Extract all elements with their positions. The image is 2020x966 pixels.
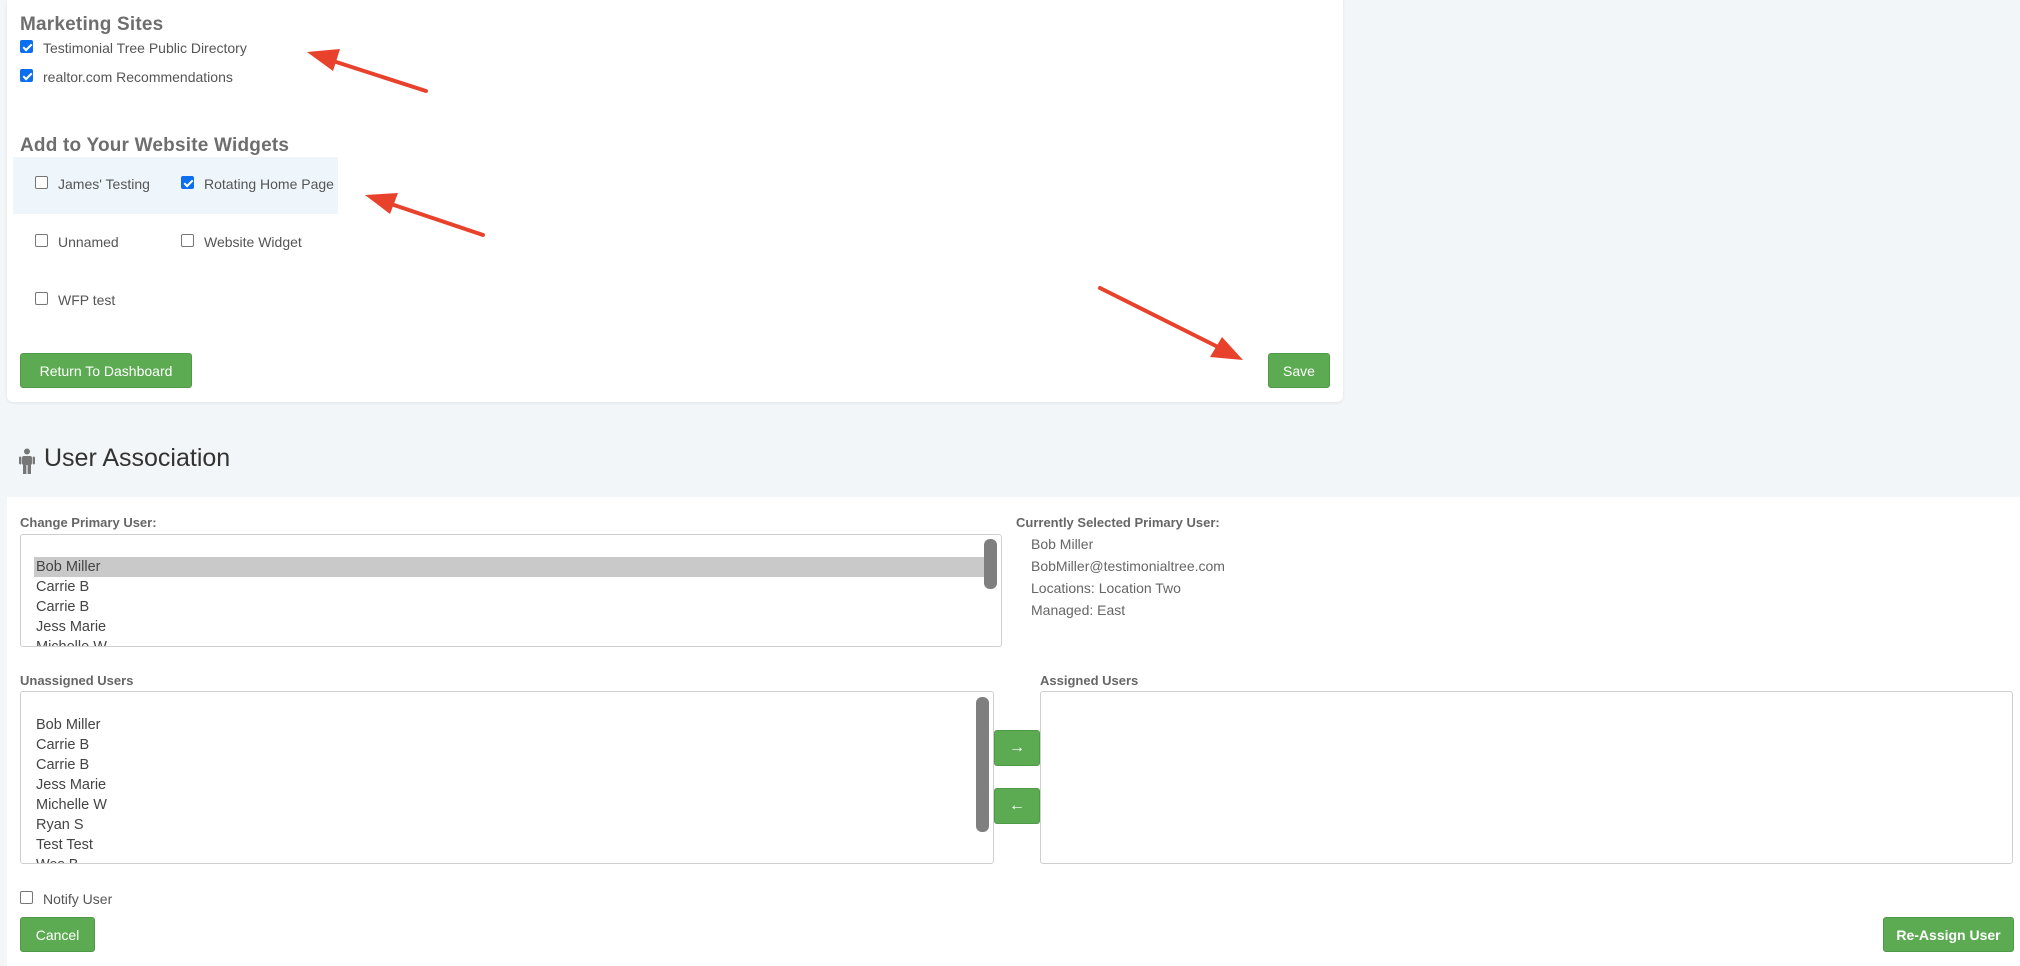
move-right-button[interactable]: → [994,730,1040,766]
user-association-title: User Association [44,444,231,472]
checkbox-label: James' Testing [58,176,150,192]
unassigned-users-label: Unassigned Users [20,673,134,688]
return-to-dashboard-button[interactable]: Return To Dashboard [20,353,192,388]
unassigned-user-item[interactable]: Ryan S [21,815,993,835]
checkbox-label: Website Widget [204,234,302,250]
save-button[interactable]: Save [1268,353,1330,388]
checkbox-rotating-home-page[interactable] [181,176,194,189]
checkbox-unnamed[interactable] [35,234,48,247]
primary-option[interactable]: Bob Miller [34,557,986,577]
unassigned-users-list[interactable]: Bob Miller Carrie B Carrie B Jess Marie … [20,691,994,864]
current-user-email: BobMiller@testimonialtree.com [1031,558,1225,574]
unassigned-user-item[interactable]: Jess Marie [21,775,993,795]
cancel-button[interactable]: Cancel [20,917,95,952]
unassigned-user-item[interactable]: Michelle W [21,795,993,815]
checkbox-james-testing[interactable] [35,176,48,189]
unassigned-list-scrollbar[interactable] [976,697,989,832]
current-primary-user-label: Currently Selected Primary User: [1016,515,1220,530]
primary-option[interactable]: Jess Marie [21,617,1001,637]
checkbox-label: Unnamed [58,234,119,250]
checkbox-label: Testimonial Tree Public Directory [43,40,247,56]
unassigned-user-item[interactable]: Wes B [21,855,993,863]
checkbox-wfp-test[interactable] [35,292,48,305]
assigned-users-list[interactable] [1040,691,2013,864]
current-user-name: Bob Miller [1031,536,1094,552]
person-icon [19,448,35,474]
unassigned-user-item[interactable]: Carrie B [21,735,993,755]
change-primary-user-label: Change Primary User: [20,515,157,530]
notify-user-label: Notify User [43,891,113,907]
primary-user-select[interactable]: Bob Miller Carrie B Carrie B Jess Marie … [20,534,1002,647]
marketing-sites-heading: Marketing Sites [20,14,164,35]
checkbox-testimonial-tree-directory[interactable] [20,40,33,53]
checkbox-label: realtor.com Recommendations [43,69,233,85]
assigned-users-label: Assigned Users [1040,673,1139,688]
notify-user-checkbox[interactable] [20,891,33,904]
unassigned-user-item[interactable]: Test Test [21,835,993,855]
primary-option[interactable]: Carrie B [21,577,1001,597]
current-user-locations: Locations: Location Two [1031,580,1181,596]
unassigned-user-item[interactable]: Bob Miller [21,715,993,735]
unassigned-user-item[interactable]: Carrie B [21,755,993,775]
checkbox-label: Rotating Home Page [204,176,334,192]
checkbox-label: WFP test [58,292,116,308]
primary-select-scrollbar[interactable] [984,539,997,589]
checkbox-realtor-recommendations[interactable] [20,69,33,82]
current-user-managed: Managed: East [1031,602,1126,618]
move-left-button[interactable]: ← [994,788,1040,824]
checkbox-website-widget[interactable] [181,234,194,247]
current-primary-user-info: Bob Miller BobMiller@testimonialtree.com… [1031,533,1225,621]
primary-option[interactable]: Carrie B [21,597,1001,617]
reassign-user-button[interactable]: Re-Assign User [1883,917,2014,952]
widgets-heading: Add to Your Website Widgets [20,135,290,156]
primary-option[interactable]: Michelle W [21,637,1001,646]
